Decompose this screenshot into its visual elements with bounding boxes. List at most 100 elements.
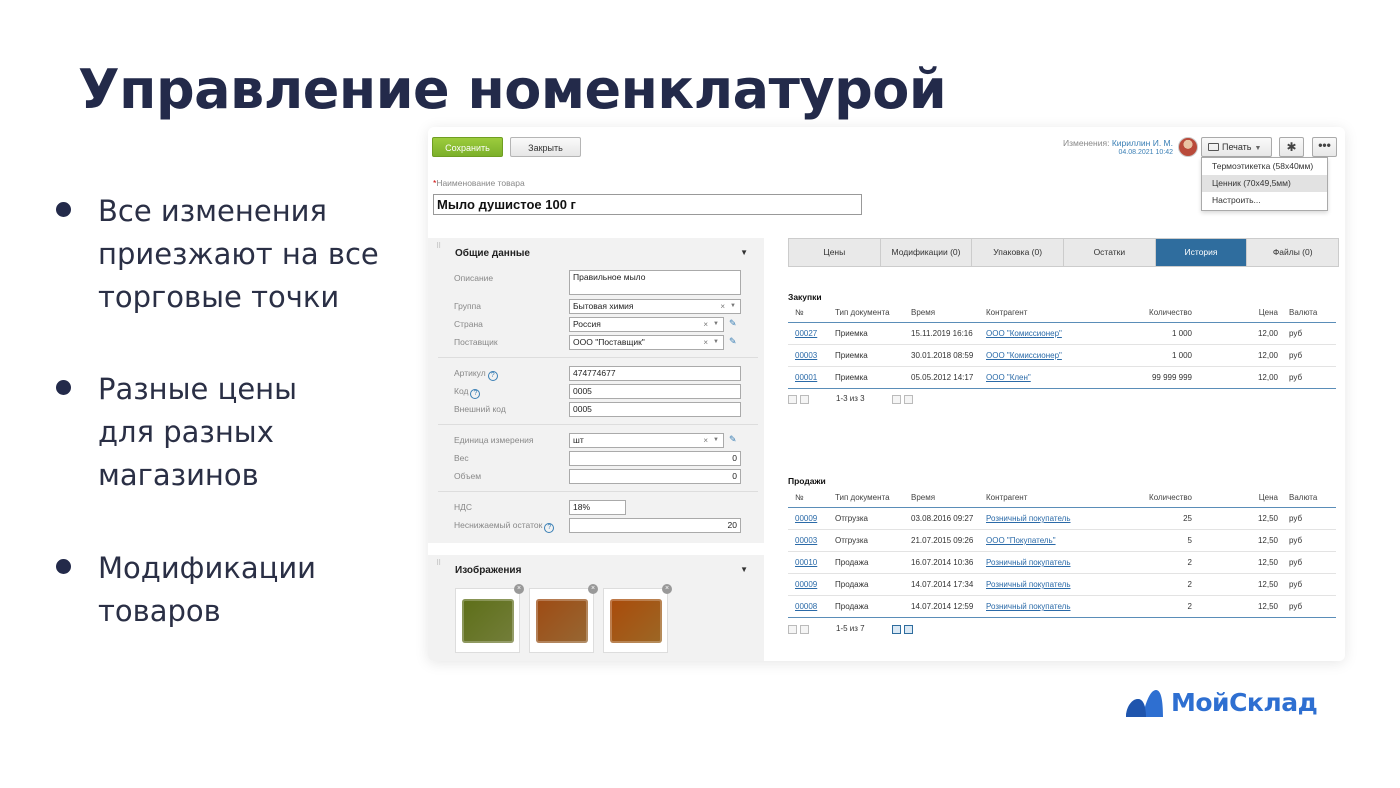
- row-time: 14.07.2014 12:59: [911, 602, 974, 611]
- product-image-thumb[interactable]: ×: [455, 584, 524, 653]
- edit-pencil-icon[interactable]: ✎: [729, 336, 737, 347]
- row-number-link[interactable]: 00001: [795, 367, 817, 389]
- gear-icon[interactable]: ✱: [1279, 137, 1304, 157]
- code-field[interactable]: 0005: [569, 384, 741, 399]
- avatar[interactable]: [1178, 137, 1198, 157]
- row-counterparty[interactable]: ООО "Комиссионер": [986, 345, 1062, 367]
- collapse-caret-icon[interactable]: ▼: [740, 248, 748, 257]
- print-menu-item-thermo[interactable]: Термоэтикетка (58х40мм): [1202, 158, 1327, 175]
- table-row[interactable]: 00009 Отгрузка 03.08.2016 09:27 Розничный п…: [788, 508, 1336, 530]
- table-header: № Тип документа Время Контрагент Количес…: [788, 488, 1336, 508]
- bullet-dot: [56, 202, 71, 217]
- tab-files[interactable]: Файлы (0): [1247, 239, 1338, 266]
- row-counterparty[interactable]: Розничный покупатель: [986, 552, 1071, 574]
- remove-image-icon[interactable]: ×: [662, 584, 672, 594]
- bullet-line: магазинов: [98, 458, 259, 492]
- unit-label: Единица измерения: [454, 435, 534, 445]
- first-page-button[interactable]: [800, 395, 809, 404]
- first-page-button[interactable]: [800, 625, 809, 634]
- row-number-link[interactable]: 00027: [795, 323, 817, 345]
- purchases-title: Закупки: [788, 292, 822, 302]
- table-row[interactable]: 00027 Приемка 15.11.2019 16:16 ООО "Комисси…: [788, 323, 1336, 345]
- save-button[interactable]: Сохранить: [432, 137, 503, 157]
- row-counterparty[interactable]: ООО "Комиссионер": [986, 323, 1062, 345]
- row-number-link[interactable]: 00009: [795, 574, 817, 596]
- help-icon: ?: [470, 389, 481, 399]
- row-currency: руб: [1289, 514, 1303, 523]
- remove-image-icon[interactable]: ×: [514, 584, 524, 594]
- row-quantity: 1 000: [1171, 351, 1192, 360]
- col-quantity: Количество: [1149, 493, 1192, 502]
- chevron-down-icon: ▼: [713, 321, 719, 327]
- row-number-link[interactable]: 00003: [795, 530, 817, 552]
- collapse-caret-icon[interactable]: ▼: [740, 565, 748, 574]
- table-row[interactable]: 00003 Отгрузка 21.07.2015 09:26 ООО "Покупа…: [788, 530, 1336, 552]
- last-page-button[interactable]: [904, 625, 913, 634]
- row-quantity: 5: [1187, 536, 1192, 545]
- row-number-link[interactable]: 00008: [795, 596, 817, 618]
- row-price: 12,00: [1257, 351, 1278, 360]
- unit-select[interactable]: шт × ▼: [569, 433, 724, 448]
- print-menu-item-price-tag[interactable]: Ценник (70х49,5мм): [1202, 175, 1327, 192]
- product-image-thumb[interactable]: ×: [529, 584, 598, 653]
- product-name-input[interactable]: Мыло душистое 100 г: [433, 194, 862, 215]
- changed-user-link[interactable]: Кириллин И. М.: [1112, 138, 1173, 148]
- table-row[interactable]: 00010 Продажа 16.07.2014 10:36 Розничный по…: [788, 552, 1336, 574]
- next-page-button[interactable]: [892, 625, 901, 634]
- last-page-button[interactable]: [904, 395, 913, 404]
- slide-title: Управление номенклатурой: [78, 58, 947, 121]
- table-row[interactable]: 00008 Продажа 14.07.2014 12:59 Розничный по…: [788, 596, 1336, 618]
- edit-pencil-icon[interactable]: ✎: [729, 434, 737, 445]
- row-counterparty[interactable]: ООО "Покупатель": [986, 530, 1056, 552]
- weight-field[interactable]: 0: [569, 451, 741, 466]
- row-number-link[interactable]: 00010: [795, 552, 817, 574]
- tab-history[interactable]: История: [1155, 239, 1248, 266]
- article-field[interactable]: 474774677: [569, 366, 741, 381]
- product-image-thumb[interactable]: ×: [603, 584, 672, 653]
- row-number-link[interactable]: 00003: [795, 345, 817, 367]
- row-counterparty[interactable]: Розничный покупатель: [986, 508, 1071, 530]
- external-code-field[interactable]: 0005: [569, 402, 741, 417]
- prev-page-button[interactable]: [788, 625, 797, 634]
- row-price: 12,50: [1257, 558, 1278, 567]
- col-number: №: [795, 493, 804, 502]
- tab-stock[interactable]: Остатки: [1064, 239, 1156, 266]
- group-select[interactable]: Бытовая химия × ▼: [569, 299, 741, 314]
- table-row[interactable]: 00001 Приемка 05.05.2012 14:17 ООО "Клен" 99…: [788, 367, 1336, 389]
- print-menu-item-configure[interactable]: Настроить...: [1202, 192, 1327, 209]
- tab-bar: Цены Модификации (0) Упаковка (0) Остатк…: [788, 238, 1339, 267]
- row-price: 12,50: [1257, 536, 1278, 545]
- country-select[interactable]: Россия × ▼: [569, 317, 724, 332]
- tab-modifications[interactable]: Модификации (0): [881, 239, 973, 266]
- volume-field[interactable]: 0: [569, 469, 741, 484]
- col-counterparty: Контрагент: [986, 308, 1028, 317]
- weight-label: Вес: [454, 453, 469, 463]
- row-quantity: 99 999 999: [1151, 373, 1192, 382]
- tab-packaging[interactable]: Упаковка (0): [972, 239, 1065, 266]
- vat-field[interactable]: 18%: [569, 500, 626, 515]
- drag-handle-icon[interactable]: ⠿: [436, 559, 441, 567]
- drag-handle-icon[interactable]: ⠿: [436, 242, 441, 250]
- col-price: Цена: [1258, 308, 1278, 317]
- row-counterparty[interactable]: Розничный покупатель: [986, 574, 1071, 596]
- row-counterparty[interactable]: Розничный покупатель: [986, 596, 1071, 618]
- supplier-select[interactable]: ООО "Поставщик" × ▼: [569, 335, 724, 350]
- close-button[interactable]: Закрыть: [510, 137, 581, 157]
- tab-prices[interactable]: Цены: [789, 239, 881, 266]
- row-counterparty[interactable]: ООО "Клен": [986, 367, 1031, 389]
- app-screenshot: Сохранить Закрыть Изменения: Кириллин И.…: [428, 127, 1345, 661]
- min-stock-field[interactable]: 20: [569, 518, 741, 533]
- row-time: 16.07.2014 10:36: [911, 558, 974, 567]
- divider: [438, 357, 758, 358]
- table-row[interactable]: 00009 Продажа 14.07.2014 17:34 Розничный по…: [788, 574, 1336, 596]
- description-field[interactable]: Правильное мыло: [569, 270, 741, 295]
- print-button[interactable]: Печать ▼: [1201, 137, 1272, 157]
- next-page-button[interactable]: [892, 395, 901, 404]
- row-currency: руб: [1289, 329, 1303, 338]
- edit-pencil-icon[interactable]: ✎: [729, 318, 737, 329]
- prev-page-button[interactable]: [788, 395, 797, 404]
- more-button[interactable]: •••: [1312, 137, 1337, 157]
- remove-image-icon[interactable]: ×: [588, 584, 598, 594]
- row-number-link[interactable]: 00009: [795, 508, 817, 530]
- table-row[interactable]: 00003 Приемка 30.01.2018 08:59 ООО "Комисси…: [788, 345, 1336, 367]
